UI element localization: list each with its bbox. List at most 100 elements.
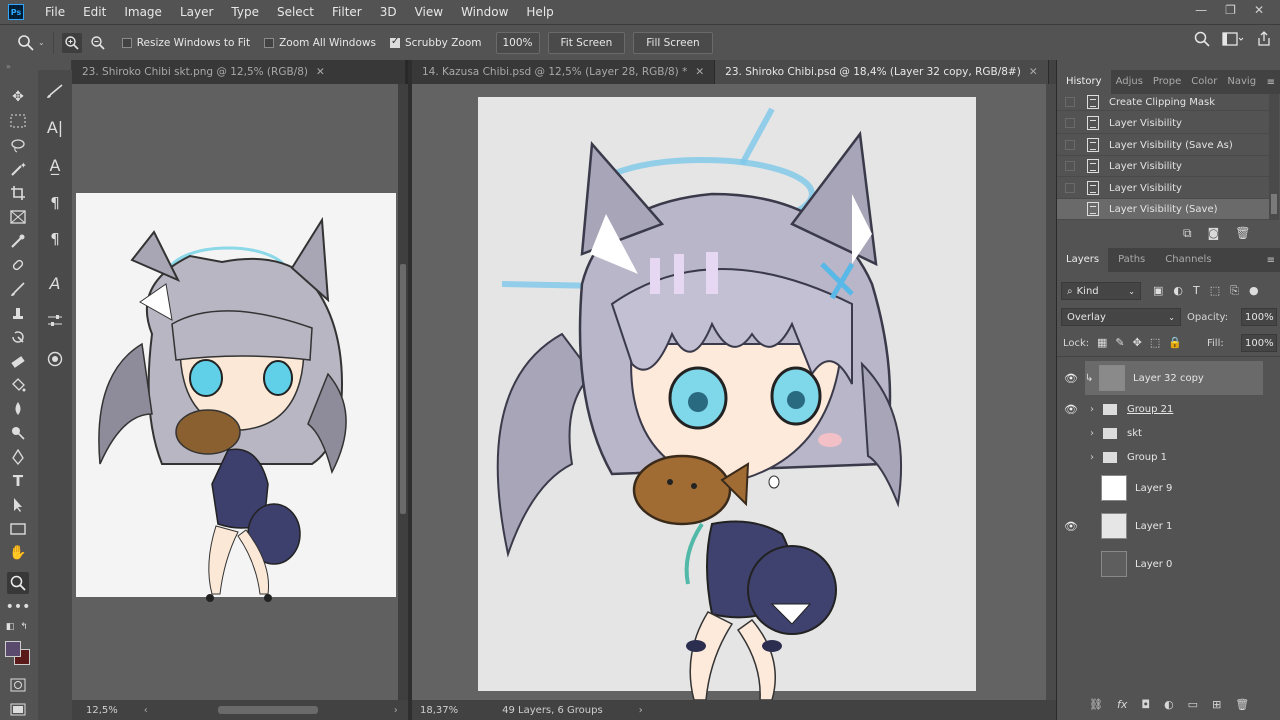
tab-color[interactable]: Color bbox=[1186, 70, 1222, 94]
checkbox-box[interactable] bbox=[264, 37, 275, 48]
adjustment-filter-icon[interactable]: ◐ bbox=[1173, 284, 1183, 298]
resize-windows-checkbox[interactable]: Resize Windows to Fit bbox=[121, 37, 250, 49]
menu-3d[interactable]: 3D bbox=[371, 0, 406, 24]
swatches-icon[interactable] bbox=[44, 348, 66, 370]
main-canvas-pasteboard[interactable] bbox=[412, 84, 1056, 700]
character-panel-icon[interactable]: A| bbox=[44, 116, 66, 138]
pen-tool-icon[interactable] bbox=[7, 446, 29, 468]
zoom-in-icon[interactable] bbox=[61, 32, 82, 53]
history-state[interactable]: Layer Visibility (Save As) bbox=[1057, 135, 1269, 156]
filter-toggle-icon[interactable]: ● bbox=[1249, 284, 1259, 298]
menu-file[interactable]: File bbox=[36, 0, 74, 24]
scrubby-zoom-checkbox[interactable]: Scrubby Zoom bbox=[389, 36, 482, 49]
doc-tab-shiroko-skt[interactable]: 23. Shiroko Chibi skt.png @ 12,5% (RGB/8… bbox=[72, 60, 406, 84]
lasso-tool-icon[interactable] bbox=[7, 134, 29, 156]
fit-screen-button[interactable]: Fit Screen bbox=[547, 31, 626, 54]
tab-navigator[interactable]: Navig bbox=[1222, 70, 1261, 94]
eyedropper-tool-icon[interactable] bbox=[7, 230, 29, 252]
close-tab-icon[interactable]: ✕ bbox=[695, 66, 704, 78]
chevron-right-icon[interactable]: › bbox=[1085, 404, 1099, 415]
history-state[interactable]: Create Clipping Mask bbox=[1057, 94, 1269, 111]
screen-mode-icon[interactable] bbox=[7, 698, 29, 720]
zoom-out-icon[interactable] bbox=[88, 33, 108, 53]
status-menu-arrow-icon[interactable]: › bbox=[639, 705, 643, 716]
left-zoom-level[interactable]: 12,5% bbox=[86, 705, 118, 716]
layer-row-layer-0[interactable]: Layer 0 bbox=[1057, 547, 1280, 581]
minimize-icon[interactable]: — bbox=[1195, 0, 1207, 20]
scroll-right-icon[interactable]: › bbox=[394, 705, 398, 716]
hand-tool-icon[interactable]: ✋ bbox=[7, 542, 29, 564]
new-document-from-state-icon[interactable]: ⧉ bbox=[1183, 226, 1192, 241]
history-state[interactable]: Layer Visibility bbox=[1057, 113, 1269, 134]
history-brush-tool-icon[interactable] bbox=[7, 326, 29, 348]
close-tab-icon[interactable]: ✕ bbox=[316, 66, 325, 78]
chevron-right-icon[interactable]: › bbox=[1085, 428, 1099, 439]
tab-adjustments[interactable]: Adjus bbox=[1111, 70, 1148, 94]
layer-row-group-21[interactable]: 👁 › Group 21 bbox=[1057, 397, 1280, 421]
menu-layer[interactable]: Layer bbox=[171, 0, 222, 24]
layer-row-layer-32-copy[interactable]: ↳ Layer 32 copy bbox=[1085, 361, 1263, 395]
history-snapshot-box[interactable] bbox=[1065, 97, 1075, 107]
tab-history[interactable]: History bbox=[1057, 70, 1111, 94]
new-layer-icon[interactable]: ⊞ bbox=[1212, 698, 1221, 711]
checkbox-box[interactable] bbox=[121, 37, 132, 48]
visibility-toggle[interactable] bbox=[1066, 559, 1076, 569]
smart-object-filter-icon[interactable]: ⎘ bbox=[1230, 284, 1239, 298]
zoom-all-windows-checkbox[interactable]: Zoom All Windows bbox=[264, 37, 376, 49]
lock-image-icon[interactable]: ✎ bbox=[1115, 336, 1124, 349]
lock-all-icon[interactable]: 🔒 bbox=[1168, 336, 1182, 349]
history-scrollbar[interactable] bbox=[1269, 94, 1279, 220]
pixel-filter-icon[interactable]: ▣ bbox=[1153, 284, 1163, 298]
tab-properties[interactable]: Prope bbox=[1148, 70, 1186, 94]
tab-paths[interactable]: Paths bbox=[1108, 248, 1155, 272]
collapse-icon[interactable]: » bbox=[6, 62, 11, 71]
history-snapshot-box[interactable] bbox=[1065, 140, 1075, 150]
quick-mask-icon[interactable] bbox=[7, 674, 29, 696]
menu-filter[interactable]: Filter bbox=[323, 0, 371, 24]
zoom-percent-field[interactable]: 100% bbox=[495, 31, 540, 54]
layer-filter-kind[interactable]: ⌕ Kind ⌄ bbox=[1061, 282, 1141, 300]
history-snapshot-box[interactable] bbox=[1065, 161, 1075, 171]
left-canvas-pasteboard[interactable] bbox=[72, 84, 398, 700]
doc-tab-shiroko[interactable]: 23. Shiroko Chibi.psd @ 18,4% (Layer 32 … bbox=[715, 60, 1049, 84]
menu-window[interactable]: Window bbox=[452, 0, 517, 24]
menu-edit[interactable]: Edit bbox=[74, 0, 115, 24]
main-vertical-scrollbar[interactable] bbox=[1046, 84, 1056, 700]
visibility-toggle[interactable] bbox=[1066, 428, 1076, 438]
history-snapshot-box[interactable] bbox=[1065, 118, 1075, 128]
main-zoom-level[interactable]: 18,37% bbox=[420, 705, 458, 716]
crop-tool-icon[interactable] bbox=[7, 182, 29, 204]
fill-field[interactable]: 100% bbox=[1241, 334, 1277, 352]
share-icon[interactable] bbox=[1256, 31, 1272, 50]
visibility-eye-icon[interactable]: 👁 bbox=[1057, 372, 1085, 385]
layer-row-group-1[interactable]: › Group 1 bbox=[1057, 445, 1280, 469]
opacity-field[interactable]: 100% bbox=[1241, 308, 1277, 326]
scroll-left-icon[interactable]: ‹ bbox=[144, 705, 148, 716]
tab-layers[interactable]: Layers bbox=[1057, 248, 1109, 272]
menu-view[interactable]: View bbox=[406, 0, 452, 24]
fill-screen-button[interactable]: Fill Screen bbox=[633, 31, 713, 54]
path-selection-tool-icon[interactable] bbox=[7, 494, 29, 516]
lock-position-icon[interactable]: ✥ bbox=[1133, 336, 1142, 349]
history-state-current[interactable]: Layer Visibility (Save) bbox=[1057, 199, 1269, 220]
lock-transparent-icon[interactable]: ▦ bbox=[1097, 336, 1107, 349]
zoom-tool-icon[interactable] bbox=[7, 572, 29, 594]
adjustment-layer-icon[interactable]: ◐ bbox=[1164, 698, 1174, 711]
restore-icon[interactable]: ❐ bbox=[1225, 0, 1236, 20]
paragraph-panel-icon[interactable]: ¶ bbox=[44, 192, 66, 214]
layer-style-fx-icon[interactable]: fx bbox=[1117, 698, 1127, 711]
frame-tool-icon[interactable] bbox=[7, 206, 29, 228]
clone-stamp-tool-icon[interactable] bbox=[7, 302, 29, 324]
add-mask-icon[interactable]: ◘ bbox=[1141, 698, 1150, 711]
new-group-icon[interactable]: ▭ bbox=[1188, 698, 1198, 711]
blend-mode-select[interactable]: Overlay ⌄ bbox=[1061, 308, 1181, 326]
menu-select[interactable]: Select bbox=[268, 0, 323, 24]
dodge-tool-icon[interactable] bbox=[7, 422, 29, 444]
healing-brush-tool-icon[interactable] bbox=[7, 254, 29, 276]
workspace-icon[interactable] bbox=[1222, 31, 1244, 50]
trash-icon[interactable]: 🗑 bbox=[1235, 698, 1249, 711]
doc-tab-kazusa[interactable]: 14. Kazusa Chibi.psd @ 12,5% (Layer 28, … bbox=[412, 60, 716, 84]
brush-preset-icon[interactable] bbox=[44, 80, 66, 102]
rectangle-tool-icon[interactable] bbox=[7, 518, 29, 540]
menu-help[interactable]: Help bbox=[517, 0, 562, 24]
